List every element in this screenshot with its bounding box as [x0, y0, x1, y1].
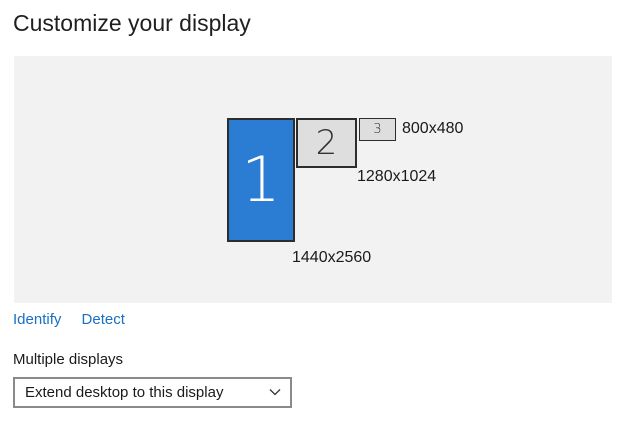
- identify-link[interactable]: Identify: [13, 310, 61, 330]
- multiple-displays-selected-value: Extend desktop to this display: [25, 384, 224, 401]
- display-1[interactable]: 1: [227, 118, 295, 242]
- display-2-number: 2: [315, 123, 338, 163]
- display-2[interactable]: 2: [296, 118, 357, 168]
- display-1-number: 1: [241, 143, 281, 216]
- page-title: Customize your display: [13, 10, 251, 36]
- display-actions: Identify Detect: [13, 310, 125, 330]
- multiple-displays-dropdown[interactable]: Extend desktop to this display: [13, 377, 292, 408]
- display-1-resolution: 1440x2560: [292, 249, 372, 266]
- display-3-number: 3: [373, 122, 382, 137]
- display-3[interactable]: 3: [359, 118, 396, 141]
- display-2-resolution: 1280x1024: [357, 168, 437, 185]
- display-3-resolution: 800x480: [402, 120, 464, 137]
- display-arrangement-canvas[interactable]: 1 2 3 1440x2560 1280x1024 800x480: [14, 56, 612, 303]
- multiple-displays-label: Multiple displays: [13, 351, 124, 368]
- detect-link[interactable]: Detect: [82, 310, 125, 330]
- chevron-down-icon: [269, 389, 281, 396]
